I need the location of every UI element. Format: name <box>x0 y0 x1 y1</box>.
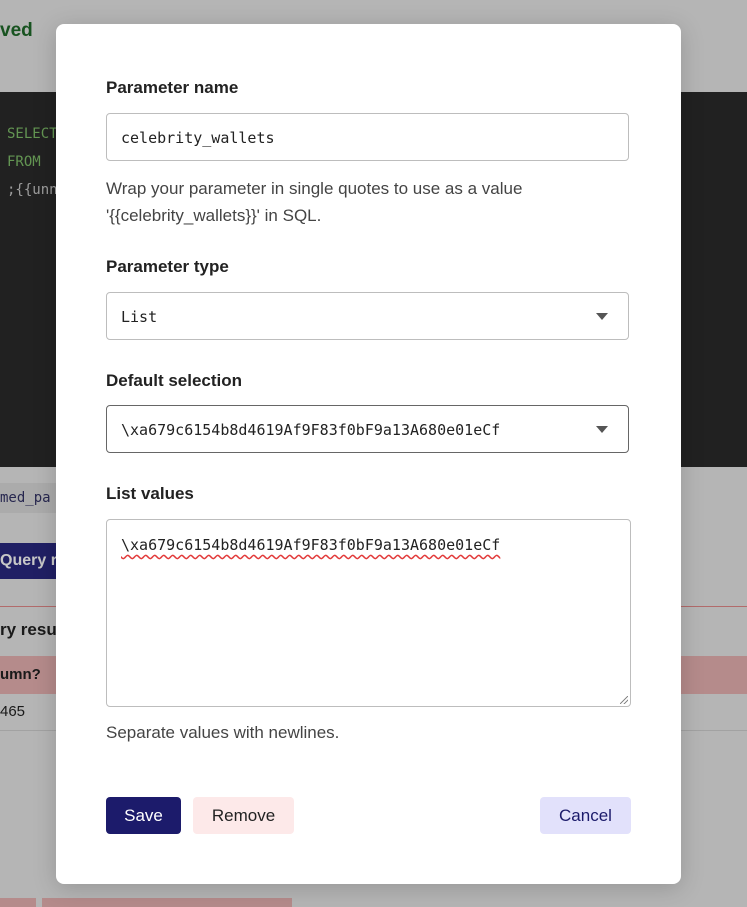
edit-parameter-modal: Parameter name celebrity_wallets Wrap yo… <box>56 24 681 884</box>
cancel-button[interactable]: Cancel <box>540 797 631 834</box>
save-button[interactable]: Save <box>106 797 181 834</box>
parameter-type-label: Parameter type <box>106 257 229 276</box>
parameter-name-value: celebrity_wallets <box>121 129 275 147</box>
default-selection-label: Default selection <box>106 371 243 390</box>
list-values-textarea[interactable]: \xa679c6154b8d4619Af9F83f0bF9a13A680e01e… <box>106 519 631 707</box>
chevron-down-icon <box>596 313 608 320</box>
default-selection-value: \xa679c6154b8d4619Af9F83f0bF9a13A680e01e… <box>121 421 501 439</box>
list-values-value: \xa679c6154b8d4619Af9F83f0bF9a13A680e01e… <box>121 536 501 554</box>
parameter-name-help: Wrap your parameter in single quotes to … <box>106 179 523 225</box>
parameter-name-label: Parameter name <box>106 78 239 97</box>
chevron-down-icon <box>596 426 608 433</box>
default-selection-select[interactable]: \xa679c6154b8d4619Af9F83f0bF9a13A680e01e… <box>106 405 629 453</box>
list-values-help: Separate values with newlines. <box>106 723 340 742</box>
parameter-name-input[interactable]: celebrity_wallets <box>106 113 629 161</box>
remove-button[interactable]: Remove <box>193 797 294 834</box>
parameter-type-value: List <box>121 308 158 326</box>
list-values-label: List values <box>106 484 194 503</box>
parameter-type-select[interactable]: List <box>106 292 629 340</box>
resize-handle-icon[interactable] <box>620 696 628 704</box>
